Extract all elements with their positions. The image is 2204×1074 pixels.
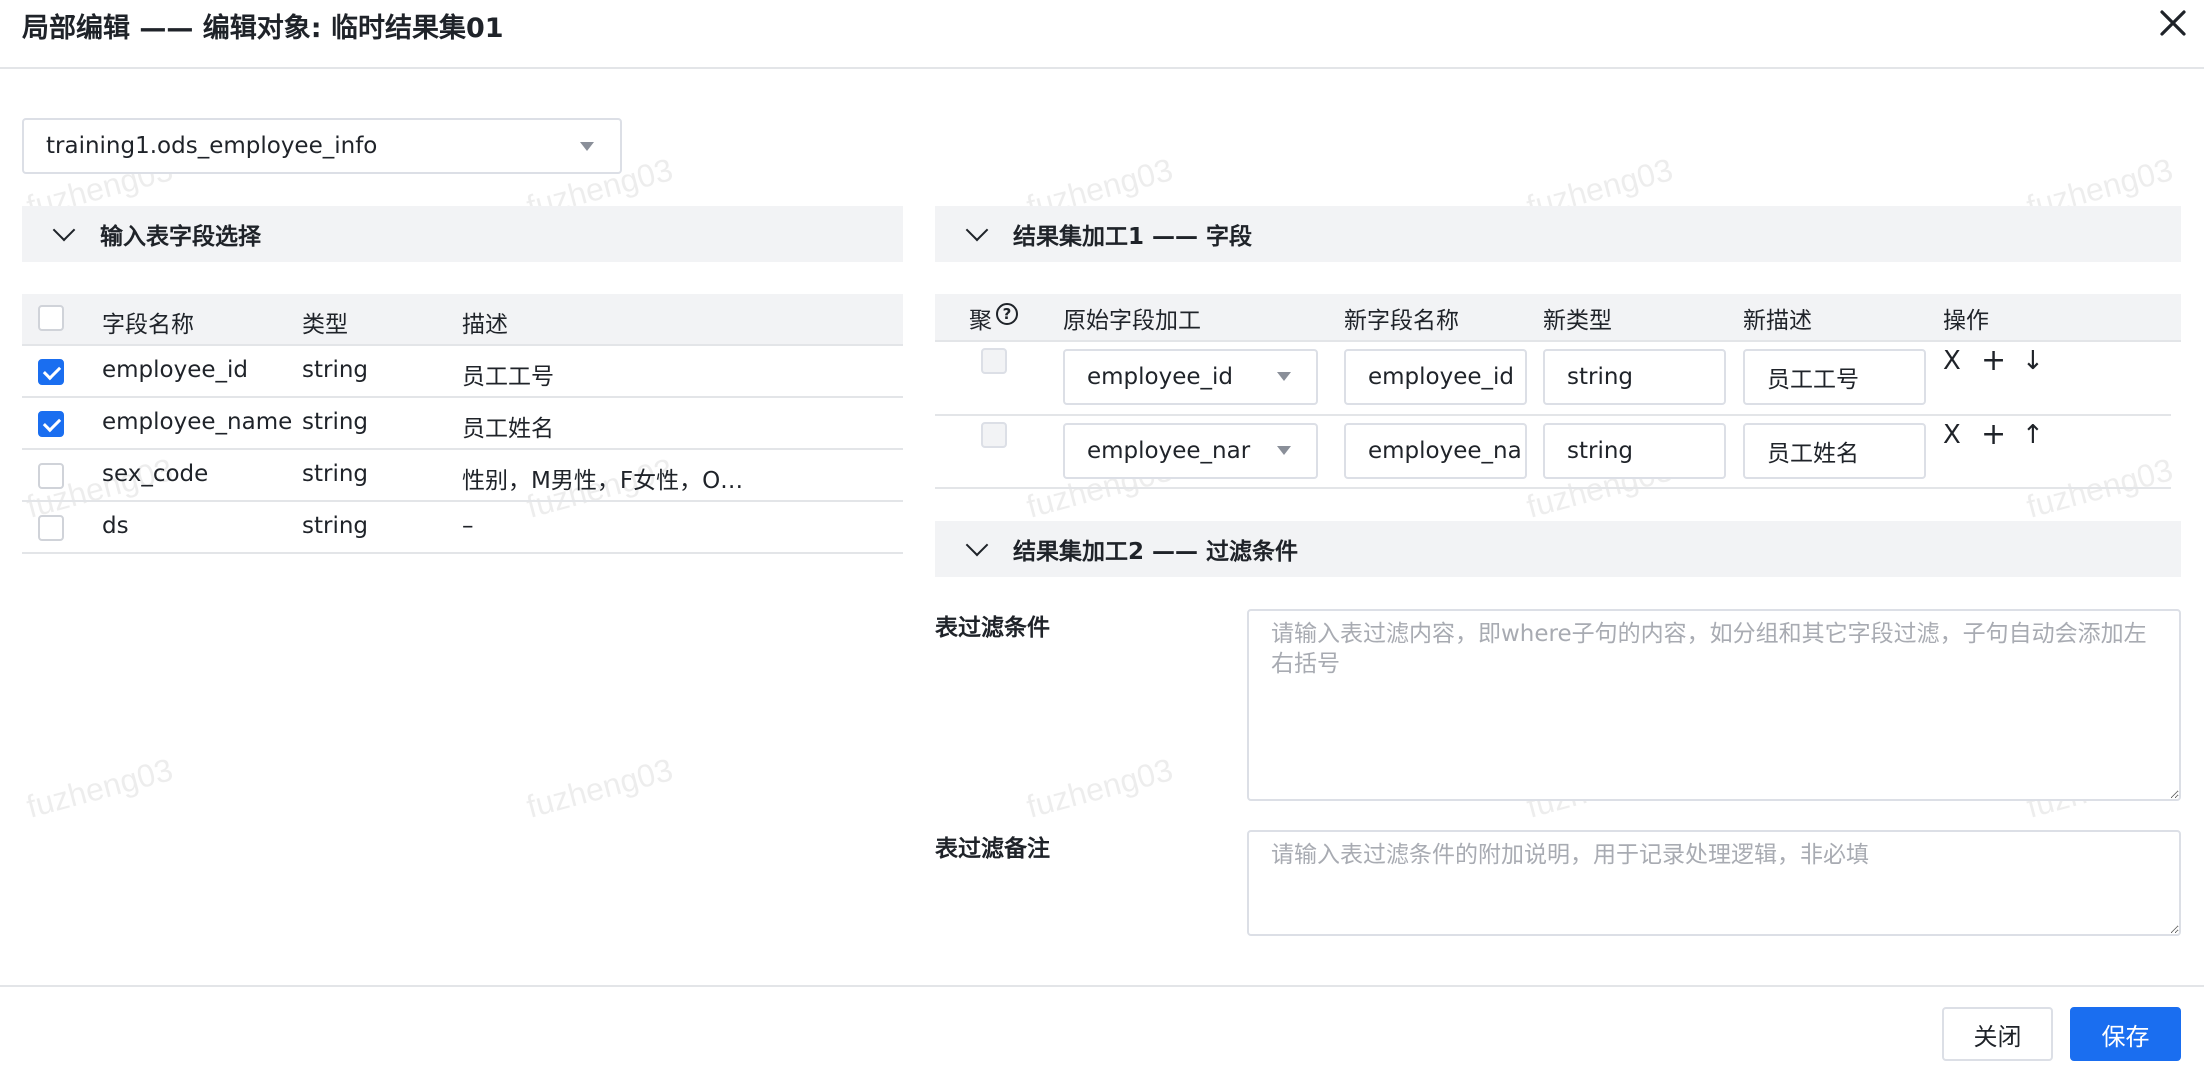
new-field-name-input[interactable]: employee_id: [1344, 349, 1527, 405]
close-button[interactable]: 关闭: [1942, 1007, 2053, 1061]
row-checkbox[interactable]: [38, 463, 64, 489]
new-type-value: string: [1567, 438, 1634, 464]
chevron-down-icon: [52, 218, 76, 242]
row-divider: [935, 414, 2171, 416]
new-type-input[interactable]: string: [1543, 423, 1726, 479]
source-field-value: employee_nar: [1087, 438, 1251, 464]
row-checkbox[interactable]: [38, 411, 64, 437]
field-desc: 员工工号: [462, 364, 554, 390]
row-divider: [935, 340, 2181, 342]
row-checkbox[interactable]: [38, 515, 64, 541]
result-panel1-header[interactable]: 结果集加工1 —— 字段: [935, 206, 2181, 262]
add-row-icon[interactable]: +: [1981, 346, 2006, 376]
filter-note-label: 表过滤备注: [935, 836, 1050, 862]
new-desc-value: 员工姓名: [1767, 441, 1859, 467]
column-header-new-type: 新类型: [1543, 308, 1612, 334]
input-panel-title: 输入表字段选择: [100, 224, 261, 250]
column-header-new-desc: 新描述: [1743, 308, 1812, 334]
new-desc-input[interactable]: 员工工号: [1743, 349, 1926, 405]
row-checkbox[interactable]: [38, 359, 64, 385]
result-panel2-title: 结果集加工2 —— 过滤条件: [1013, 539, 1299, 565]
watermark: fuzheng03: [522, 751, 677, 825]
filter-condition-label: 表过滤条件: [935, 615, 1050, 641]
delete-row-icon[interactable]: X: [1943, 348, 1961, 374]
aggregate-checkbox[interactable]: [981, 348, 1007, 374]
column-header-new-name: 新字段名称: [1344, 308, 1459, 334]
aggregate-checkbox[interactable]: [981, 422, 1007, 448]
source-field-select[interactable]: employee_id: [1063, 349, 1318, 405]
field-name: employee_name: [102, 409, 293, 435]
help-icon[interactable]: ?: [996, 303, 1018, 325]
field-name: ds: [102, 513, 129, 539]
field-type: string: [302, 409, 369, 435]
new-field-name-input[interactable]: employee_na: [1344, 423, 1527, 479]
field-desc: 性别，M男性，F女性，O…: [462, 468, 744, 494]
move-down-icon[interactable]: ↓: [2022, 348, 2044, 374]
field-type: string: [302, 513, 369, 539]
row-divider: [22, 500, 903, 502]
input-panel-header[interactable]: 输入表字段选择: [22, 206, 903, 262]
help-icon-glyph: ?: [1002, 305, 1012, 323]
chevron-down-icon: [965, 533, 989, 557]
field-type: string: [302, 461, 369, 487]
source-table-select-value: training1.ods_employee_info: [46, 133, 378, 159]
column-header-source: 原始字段加工: [1063, 308, 1201, 334]
result-panel2-header[interactable]: 结果集加工2 —— 过滤条件: [935, 521, 2181, 577]
save-button[interactable]: 保存: [2070, 1007, 2181, 1061]
source-field-select[interactable]: employee_nar: [1063, 423, 1318, 479]
filter-note-textarea[interactable]: [1247, 830, 2181, 936]
row-divider: [22, 552, 903, 554]
move-up-icon[interactable]: ↑: [2022, 422, 2044, 448]
row-divider: [935, 487, 2171, 489]
row-divider: [22, 396, 903, 398]
source-table-select[interactable]: training1.ods_employee_info: [22, 118, 622, 174]
column-header-type: 类型: [302, 312, 348, 338]
header-divider: [0, 67, 2204, 69]
field-desc: 员工姓名: [462, 416, 554, 442]
chevron-down-icon: [965, 218, 989, 242]
field-type: string: [302, 357, 369, 383]
chevron-down-icon: [1277, 372, 1291, 381]
column-header-agg: 聚: [969, 308, 992, 334]
dialog-title: 局部编辑 —— 编辑对象: 临时结果集01: [22, 13, 504, 44]
new-type-input[interactable]: string: [1543, 349, 1726, 405]
close-icon[interactable]: [2156, 6, 2190, 40]
column-header-ops: 操作: [1943, 308, 1989, 334]
field-desc: –: [462, 513, 474, 539]
field-name: employee_id: [102, 357, 249, 383]
watermark: fuzheng03: [22, 751, 177, 825]
filter-condition-textarea[interactable]: [1247, 609, 2181, 801]
select-all-checkbox[interactable]: [38, 305, 64, 331]
column-header-name: 字段名称: [102, 312, 194, 338]
new-field-name-value: employee_id: [1368, 364, 1515, 390]
new-desc-input[interactable]: 员工姓名: [1743, 423, 1926, 479]
new-field-name-value: employee_na: [1368, 438, 1522, 464]
new-desc-value: 员工工号: [1767, 367, 1859, 393]
row-divider: [22, 448, 903, 450]
watermark: fuzheng03: [2022, 451, 2177, 525]
row-divider: [22, 344, 903, 346]
column-header-desc: 描述: [462, 312, 508, 338]
chevron-down-icon: [1277, 446, 1291, 455]
new-type-value: string: [1567, 364, 1634, 390]
result-panel1-title: 结果集加工1 —— 字段: [1013, 224, 1253, 250]
footer-divider: [0, 985, 2204, 987]
field-name: sex_code: [102, 461, 209, 487]
delete-row-icon[interactable]: X: [1943, 422, 1961, 448]
chevron-down-icon: [580, 142, 594, 151]
source-field-value: employee_id: [1087, 364, 1234, 390]
add-row-icon[interactable]: +: [1981, 420, 2006, 450]
watermark: fuzheng03: [1022, 751, 1177, 825]
